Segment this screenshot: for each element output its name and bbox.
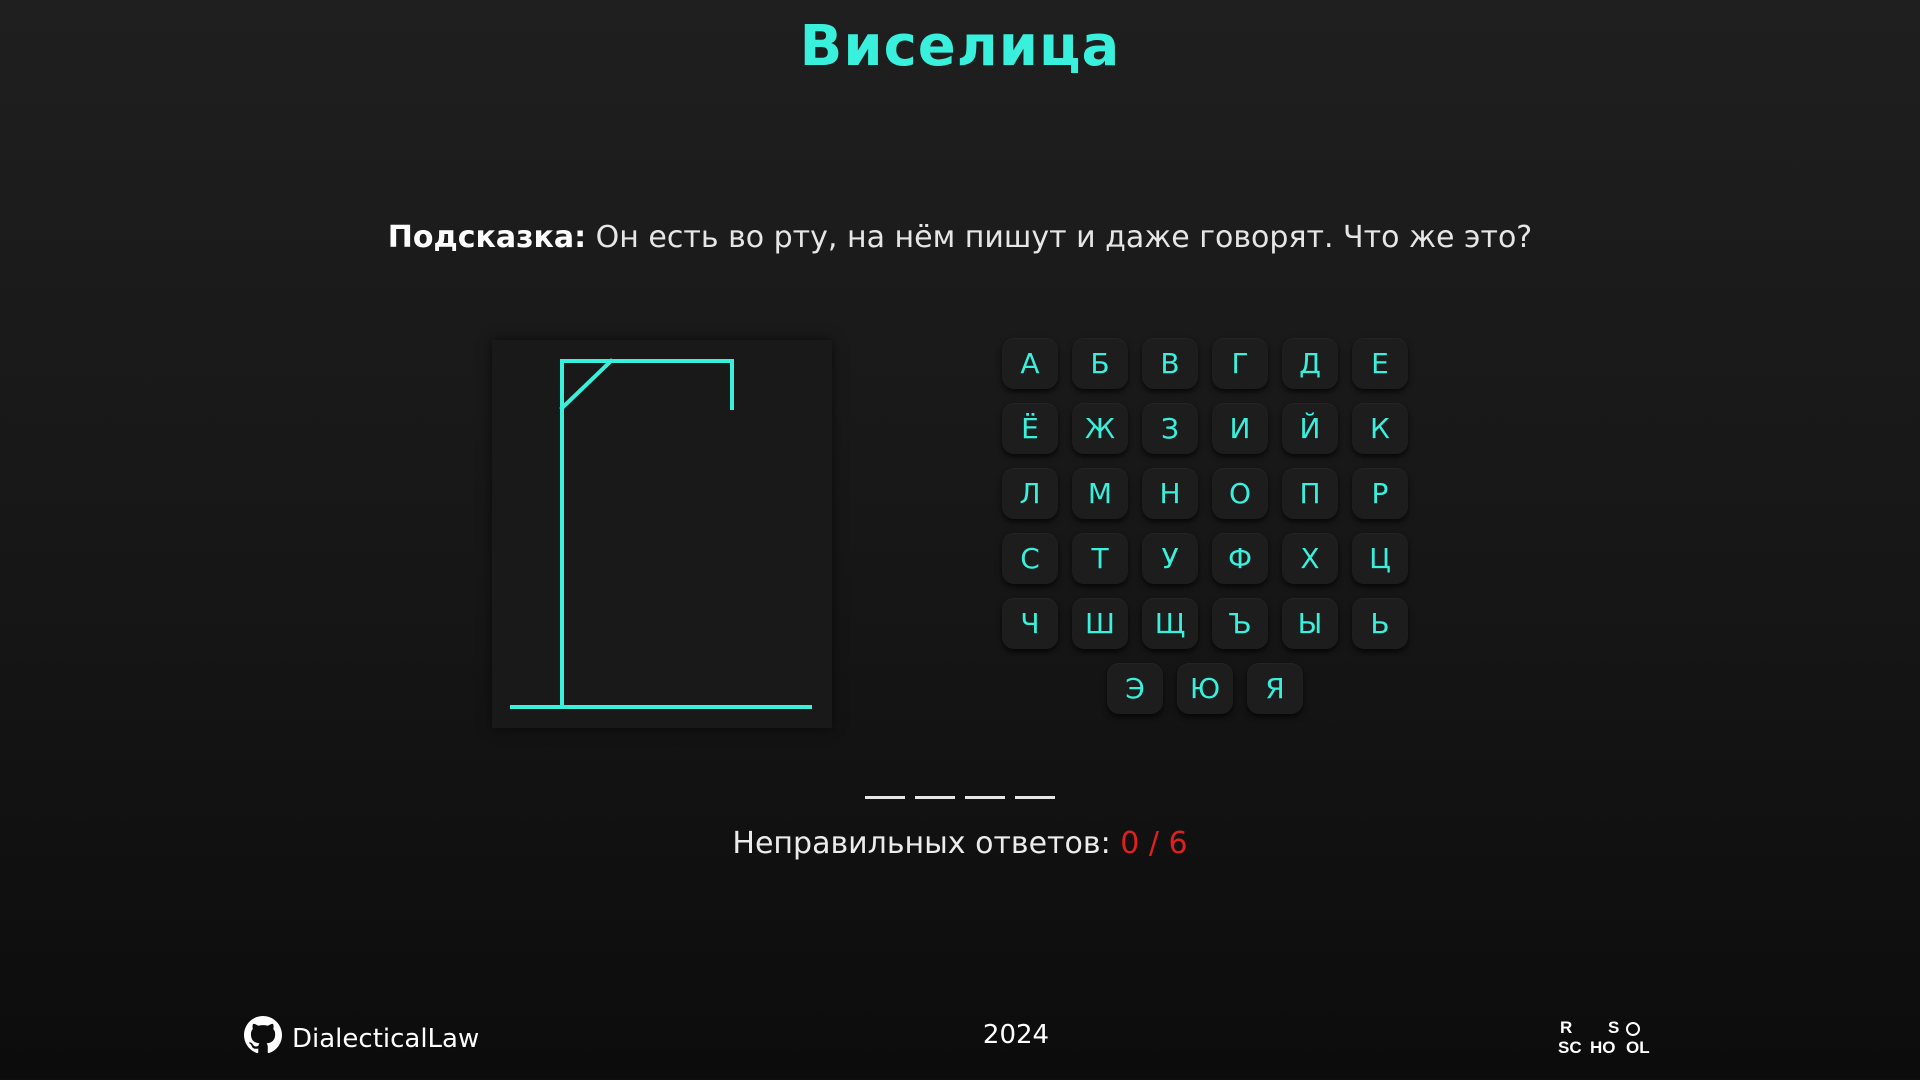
letter-key[interactable]: Э	[1107, 663, 1163, 714]
letter-slot	[965, 786, 1005, 799]
logo-letter-r: R	[1560, 1018, 1572, 1037]
keyboard-row: ЧШЩЪЫЬ	[1000, 598, 1410, 649]
gallows-brace	[559, 358, 614, 411]
letter-key[interactable]: Р	[1352, 468, 1408, 519]
github-link[interactable]: DialecticalLaw	[244, 1016, 479, 1061]
secret-word	[0, 786, 1920, 799]
letter-key[interactable]: Ь	[1352, 598, 1408, 649]
letter-key[interactable]: О	[1212, 468, 1268, 519]
letter-slot	[915, 786, 955, 799]
logo-letter-s: S	[1608, 1018, 1619, 1037]
letter-key[interactable]: Д	[1282, 338, 1338, 389]
letter-key[interactable]: Щ	[1142, 598, 1198, 649]
logo-letter-ol: OL	[1626, 1038, 1650, 1057]
hint: Подсказка: Он есть во рту, на нём пишут …	[0, 220, 1920, 255]
keyboard-row: СТУФХЦ	[1000, 533, 1410, 584]
letter-key[interactable]: Г	[1212, 338, 1268, 389]
logo-letter-ho: HO	[1590, 1038, 1616, 1057]
letter-key[interactable]: К	[1352, 403, 1408, 454]
letter-key[interactable]: З	[1142, 403, 1198, 454]
logo-circle-icon	[1626, 1022, 1640, 1036]
letter-key[interactable]: Е	[1352, 338, 1408, 389]
letter-key[interactable]: Ш	[1072, 598, 1128, 649]
letter-key[interactable]: Ц	[1352, 533, 1408, 584]
wrong-answers-label: Неправильных ответов:	[732, 826, 1121, 861]
letter-key[interactable]: Т	[1072, 533, 1128, 584]
letter-key[interactable]: Б	[1072, 338, 1128, 389]
hint-text: Он есть во рту, на нём пишут и даже гово…	[586, 220, 1533, 255]
letter-key[interactable]: Н	[1142, 468, 1198, 519]
keyboard-row: ЭЮЯ	[1000, 663, 1410, 714]
letter-key[interactable]: Й	[1282, 403, 1338, 454]
letter-key[interactable]: Ъ	[1212, 598, 1268, 649]
github-icon	[244, 1016, 282, 1061]
hint-label: Подсказка:	[387, 220, 587, 255]
letter-key[interactable]: У	[1142, 533, 1198, 584]
letter-key[interactable]: Л	[1002, 468, 1058, 519]
letter-key[interactable]: А	[1002, 338, 1058, 389]
letter-key[interactable]: Ж	[1072, 403, 1128, 454]
letter-key[interactable]: В	[1142, 338, 1198, 389]
letter-key[interactable]: Я	[1247, 663, 1303, 714]
letter-slot	[1015, 786, 1055, 799]
letter-key[interactable]: С	[1002, 533, 1058, 584]
wrong-answers-counter: Неправильных ответов: 0 / 6	[0, 826, 1920, 861]
letter-key[interactable]: М	[1072, 468, 1128, 519]
gallows-panel	[492, 340, 832, 728]
letter-key[interactable]: П	[1282, 468, 1338, 519]
letter-keyboard: АБВГДЕ ЁЖЗИЙК ЛМНОПР СТУФХЦ ЧШЩЪЫЬ ЭЮЯ	[1000, 338, 1410, 728]
keyboard-row: ЁЖЗИЙК	[1000, 403, 1410, 454]
letter-key[interactable]: Ю	[1177, 663, 1233, 714]
page-title: Виселица	[799, 14, 1121, 79]
letter-slot	[865, 786, 905, 799]
letter-key[interactable]: Х	[1282, 533, 1338, 584]
footer-year: 2024	[982, 1020, 1050, 1050]
wrong-answers-value: 0 / 6	[1120, 826, 1188, 861]
keyboard-row: ЛМНОПР	[1000, 468, 1410, 519]
github-username: DialecticalLaw	[292, 1023, 480, 1054]
letter-key[interactable]: Ф	[1212, 533, 1268, 584]
rs-school-logo-mark: R S SC HO OL	[1558, 1018, 1650, 1057]
keyboard-row: АБВГДЕ	[1000, 338, 1410, 389]
logo-letter-sc: SC	[1558, 1038, 1582, 1057]
letter-key[interactable]: И	[1212, 403, 1268, 454]
letter-key[interactable]: Ё	[1002, 403, 1058, 454]
letter-key[interactable]: Ы	[1282, 598, 1338, 649]
gallows-drawing	[510, 358, 812, 709]
letter-key[interactable]: Ч	[1002, 598, 1058, 649]
rs-school-logo[interactable]: R S SC HO OL	[1558, 1018, 1658, 1058]
